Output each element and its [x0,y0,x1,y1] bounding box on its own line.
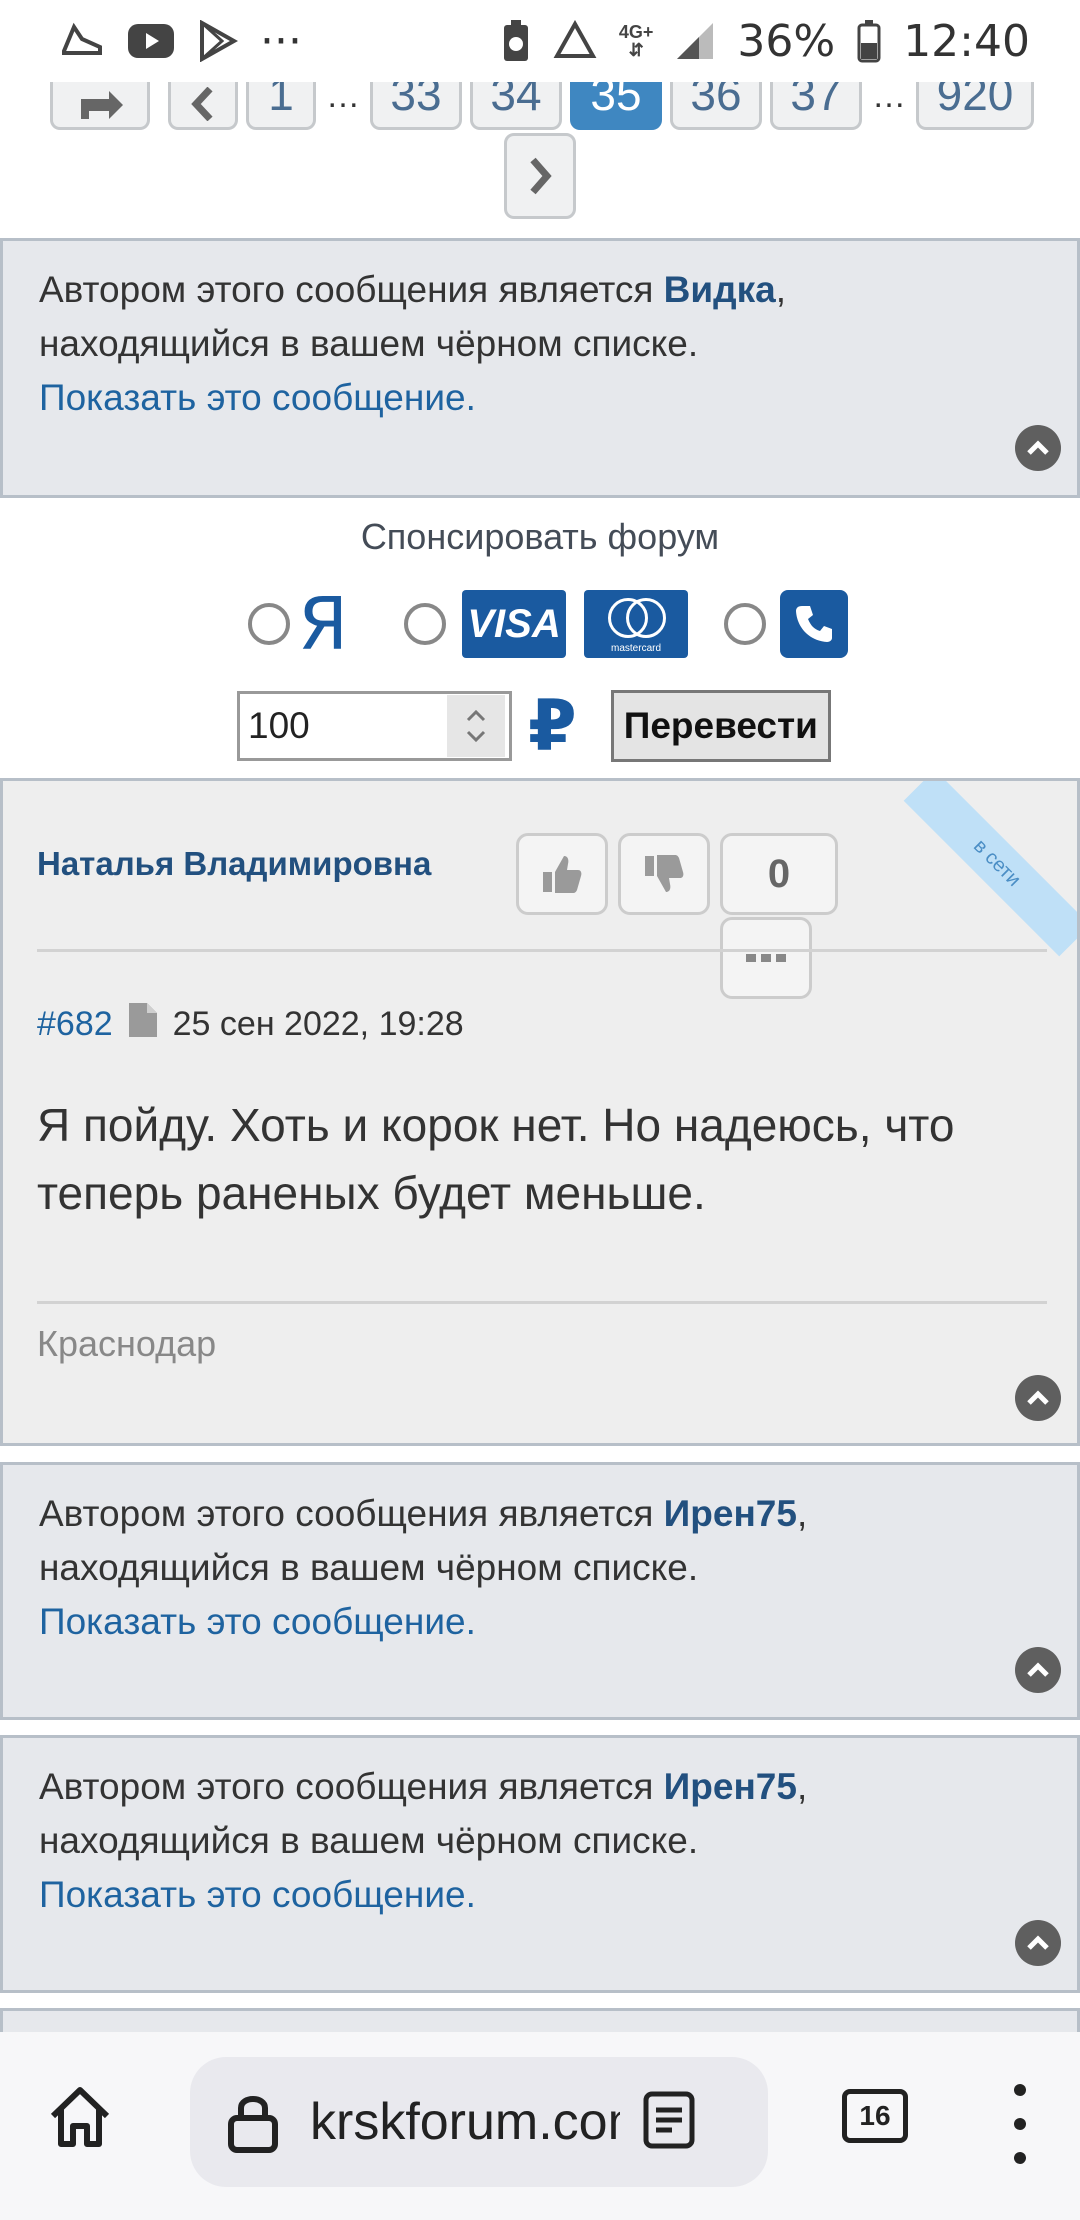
play-store-icon [198,20,238,62]
reader-mode-icon [643,2091,695,2148]
stepper-arrows-icon [466,709,486,743]
url-text: krskforum.com [310,2093,620,2151]
online-badge: в сети [903,781,1077,957]
blocked-notice-line2: находящийся в вашем чёрном списке. [39,1547,699,1588]
post-divider [37,1301,1047,1304]
sneaker-app-icon [60,21,104,61]
blocked-post-notice: Автором этого сообщения является Ирен75,… [0,1735,1080,1993]
show-post-link[interactable]: Показать это сообщение. [39,1595,1041,1649]
vote-count: 0 [720,833,838,915]
blocked-author-name[interactable]: Ирен75 [664,1766,797,1807]
battery-saver-icon [501,19,531,63]
document-icon [127,1001,159,1048]
post-author-name[interactable]: Наталья Владимировна [37,845,431,883]
reader-mode-button[interactable] [642,2090,696,2155]
post-body: Я пойду. Хоть и корок нет. Но надеюсь, ч… [37,1099,955,1219]
address-bar[interactable]: krskforum.com [190,2057,768,2187]
clock: 12:40 [903,15,1030,67]
blocked-notice-line2: находящийся в вашем чёрном списке. [39,323,699,364]
post-signature-location: Краснодар [37,1323,217,1364]
post-number-link[interactable]: #682 [37,1005,113,1044]
amount-row: 100 ₽ Перевести [237,685,831,767]
chevron-up-icon [1027,1390,1049,1405]
collapse-button[interactable] [1015,425,1061,471]
collapse-button[interactable] [1015,1375,1061,1421]
blocked-notice-text: Автором этого сообщения является Ирен75, [39,1493,808,1534]
collapse-button[interactable] [1015,1920,1061,1966]
chevron-right-icon [530,157,552,195]
card-radio[interactable] [404,603,447,645]
blocked-notice-text: Автором этого сообщения является Видка, [39,269,787,310]
pagination-ellipsis: … [872,77,906,115]
battery-percent: 36% [737,15,836,67]
thumbs-up-icon [543,856,582,893]
chevron-up-icon [1027,440,1049,455]
browser-bottom-bar: krskforum.com 16 [0,2032,1080,2220]
network-type-indicator: 4G+ ⇵ [618,22,654,60]
phone-radio[interactable] [724,603,767,645]
browser-menu-button[interactable] [1010,2084,1030,2164]
pagination-next-button[interactable] [504,133,576,219]
visa-icon: VISA [462,590,567,658]
pagination-ellipsis: … [326,77,360,115]
thumbs-down-icon [645,855,684,892]
amount-stepper[interactable] [447,695,505,757]
battery-charging-icon [857,19,881,63]
status-more-dots: ··· [260,15,302,67]
dislike-button[interactable] [618,833,710,915]
blocked-author-name[interactable]: Видка [664,269,776,310]
chevron-up-icon [1027,1662,1049,1677]
home-icon [50,2087,110,2147]
forum-post: в сети Наталья Владимировна 0 #682 25 се… [0,778,1080,1446]
like-button[interactable] [516,833,608,915]
chevron-left-icon [191,87,213,121]
home-button[interactable] [45,2082,115,2152]
show-post-link[interactable]: Показать это сообщение. [39,371,1041,425]
pagination: 1 … 33 34 35 36 37 … 920 [0,60,1080,220]
blocked-notice-text: Автором этого сообщения является Ирен75, [39,1766,808,1807]
show-post-link[interactable]: Показать это сообщение. [39,1868,1041,1922]
mastercard-icon: mastercard [584,590,689,658]
post-date: 25 сен 2022, 19:28 [172,1005,464,1043]
sponsor-forum-section: Спонсировать форум Я VISA mastercard 100… [0,500,1080,775]
signal-strength-icon [675,21,715,61]
tabs-button[interactable]: 16 [842,2089,908,2143]
yandex-radio[interactable] [248,603,290,645]
collapse-button[interactable] [1015,1647,1061,1693]
post-more-button[interactable] [720,917,812,999]
payment-method-options: Я VISA mastercard [248,582,849,666]
post-divider [37,949,1047,952]
yandex-money-icon: Я [298,582,349,666]
phone-icon [780,590,849,658]
transfer-button[interactable]: Перевести [610,690,831,762]
post-meta: #682 25 сен 2022, 19:28 [37,1001,464,1048]
sponsor-title: Спонсировать форум [360,516,720,557]
lock-icon [228,2096,278,2153]
youtube-icon [126,22,176,60]
data-saver-icon [553,20,597,62]
chevron-up-icon [1027,1935,1049,1950]
ellipsis-icon [746,954,786,962]
blocked-notice-line2: находящийся в вашем чёрном списке. [39,1820,699,1861]
blocked-post-notice: Автором этого сообщения является Ирен75,… [0,1462,1080,1720]
blocked-author-name[interactable]: Ирен75 [664,1493,797,1534]
amount-value: 100 [248,705,310,746]
status-bar: ··· 4G+ ⇵ 36% 12:40 [0,0,1080,82]
amount-input[interactable]: 100 [237,691,512,761]
arrow-jump-icon [81,91,123,119]
ruble-icon: ₽ [528,685,577,767]
blocked-post-notice: Автором этого сообщения является Видка, … [0,238,1080,498]
